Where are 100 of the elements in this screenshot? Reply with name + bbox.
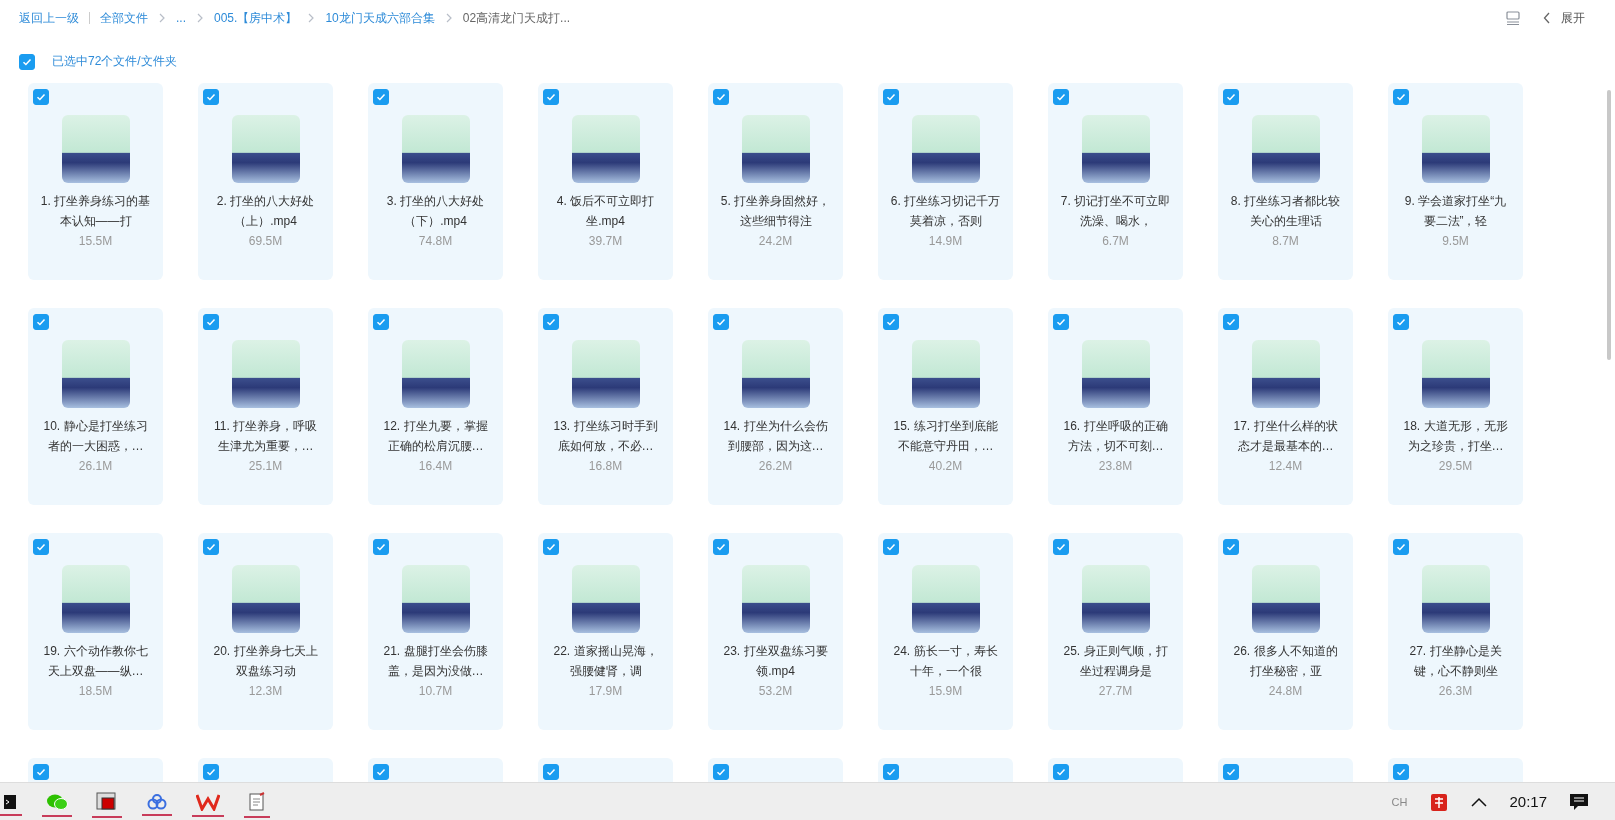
check-icon (205, 91, 217, 103)
photo-placeholder (741, 340, 810, 408)
check-icon (1225, 91, 1237, 103)
file-card[interactable]: 4. 饭后不可立即打坐.mp4 39.7M (538, 83, 673, 280)
file-checkbox[interactable] (33, 764, 49, 780)
file-card[interactable]: 22. 道家摇山晃海，强腰健肾，调 17.9M (538, 533, 673, 730)
photo-placeholder (401, 340, 470, 408)
file-checkbox[interactable] (1393, 764, 1409, 780)
file-card[interactable]: 23. 打坐双盘练习要领.mp4 53.2M (708, 533, 843, 730)
clock-time[interactable]: 20:17 (1509, 793, 1547, 810)
check-icon (375, 316, 387, 328)
file-card[interactable]: 7. 切记打坐不可立即洗澡、喝水， 6.7M (1048, 83, 1183, 280)
file-size: 40.2M (928, 459, 963, 473)
photo-placeholder (571, 565, 640, 633)
file-card[interactable]: 13. 打坐练习时手到底如何放，不必… 16.8M (538, 308, 673, 505)
file-checkbox[interactable] (203, 314, 219, 330)
file-checkbox[interactable] (543, 539, 559, 555)
file-card[interactable]: 5. 打坐养身固然好，这些细节得注 24.2M (708, 83, 843, 280)
file-checkbox[interactable] (1393, 89, 1409, 105)
chevron-icon (307, 13, 316, 23)
check-icon (35, 316, 47, 328)
file-checkbox[interactable] (203, 539, 219, 555)
file-checkbox[interactable] (543, 764, 559, 780)
caret-up-icon[interactable] (1471, 796, 1488, 807)
check-icon (715, 91, 727, 103)
file-checkbox[interactable] (373, 764, 389, 780)
file-card[interactable]: 20. 打坐养身七天上双盘练习动 12.3M (198, 533, 333, 730)
file-card[interactable]: 3. 打坐的八大好处（下）.mp4 74.8M (368, 83, 503, 280)
select-all-checkbox[interactable] (19, 53, 35, 70)
file-card[interactable]: 9. 学会道家打坐“九要二法”，轻 9.5M (1388, 83, 1523, 280)
file-card[interactable]: 14. 打坐为什么会伤到腰部，因为这… 26.2M (708, 308, 843, 505)
file-card[interactable]: 25. 身正则气顺，打坐过程调身是 27.7M (1048, 533, 1183, 730)
file-checkbox[interactable] (1223, 89, 1239, 105)
file-name: 26. 很多人不知道的打坐秘密，亚 (1232, 643, 1339, 680)
file-checkbox[interactable] (1223, 764, 1239, 780)
file-card[interactable]: 6. 打坐练习切记千万莫着凉，否则 14.9M (878, 83, 1013, 280)
file-checkbox[interactable] (1053, 539, 1069, 555)
breadcrumb-item[interactable]: 005.【房中术】 (214, 9, 298, 27)
file-checkbox[interactable] (1053, 314, 1069, 330)
file-checkbox[interactable] (1053, 764, 1069, 780)
file-checkbox[interactable] (543, 314, 559, 330)
file-card[interactable]: 1. 打坐养身练习的基本认知——打 15.5M (28, 83, 163, 280)
file-card[interactable]: 27. 打坐静心是关键，心不静则坐 26.3M (1388, 533, 1523, 730)
file-name: 1. 打坐养身练习的基本认知——打 (40, 193, 151, 230)
photo-placeholder (61, 115, 130, 183)
expand-button[interactable]: 展开 (1543, 9, 1585, 27)
file-checkbox[interactable] (1223, 314, 1239, 330)
back-link[interactable]: 返回上一级 (19, 9, 79, 27)
file-checkbox[interactable] (543, 89, 559, 105)
file-checkbox[interactable] (33, 314, 49, 330)
file-card[interactable]: 17. 打坐什么样的状态才是最基本的… 12.4M (1218, 308, 1353, 505)
file-card[interactable]: 12. 打坐九要，掌握正确的松肩沉腰… 16.4M (368, 308, 503, 505)
file-checkbox[interactable] (1223, 539, 1239, 555)
file-checkbox[interactable] (713, 539, 729, 555)
file-card[interactable]: 10. 静心是打坐练习者的一大困惑，… 26.1M (28, 308, 163, 505)
file-name: 5. 打坐养身固然好，这些细节得注 (720, 193, 831, 230)
file-card[interactable]: 21. 盘腿打坐会伤膝盖，是因为没做… 10.7M (368, 533, 503, 730)
scrollbar-thumb[interactable] (1607, 90, 1611, 360)
breadcrumb-item[interactable]: 10龙门天成六部合集 (325, 9, 435, 27)
file-card[interactable]: 24. 筋长一寸，寿长十年，一个很 15.9M (878, 533, 1013, 730)
check-icon (205, 766, 217, 778)
file-checkbox[interactable] (1053, 89, 1069, 105)
file-size: 16.8M (588, 459, 623, 473)
file-checkbox[interactable] (373, 89, 389, 105)
file-checkbox[interactable] (33, 539, 49, 555)
notification-icon[interactable] (1569, 792, 1589, 811)
file-name: 12. 打坐九要，掌握正确的松肩沉腰… (382, 418, 489, 455)
file-card[interactable]: 18. 大道无形，无形为之珍贵，打坐… 29.5M (1388, 308, 1523, 505)
file-checkbox[interactable] (203, 89, 219, 105)
file-checkbox[interactable] (883, 89, 899, 105)
file-card[interactable]: 15. 练习打坐到底能不能意守丹田，… 40.2M (878, 308, 1013, 505)
file-card[interactable]: 11. 打坐养身，呼吸生津尤为重要，… 25.1M (198, 308, 333, 505)
file-checkbox[interactable] (33, 89, 49, 105)
file-checkbox[interactable] (203, 764, 219, 780)
file-checkbox[interactable] (883, 539, 899, 555)
file-checkbox[interactable] (1393, 539, 1409, 555)
breadcrumb-item[interactable]: ... (176, 11, 186, 25)
file-card[interactable]: 16. 打坐呼吸的正确方法，切不可刻… 23.8M (1048, 308, 1183, 505)
breadcrumb-item[interactable]: 02高清龙门天成打... (462, 9, 571, 27)
file-checkbox[interactable] (883, 314, 899, 330)
file-name: 21. 盘腿打坐会伤膝盖，是因为没做… (382, 643, 489, 680)
list-view-icon[interactable] (1505, 10, 1521, 26)
file-card[interactable]: 26. 很多人不知道的打坐秘密，亚 24.8M (1218, 533, 1353, 730)
file-checkbox[interactable] (373, 314, 389, 330)
file-card[interactable]: 19. 六个动作教你七天上双盘——纵… 18.5M (28, 533, 163, 730)
check-icon (1395, 316, 1407, 328)
file-card[interactable]: 2. 打坐的八大好处（上）.mp4 69.5M (198, 83, 333, 280)
file-checkbox[interactable] (713, 314, 729, 330)
file-checkbox[interactable] (883, 764, 899, 780)
file-size: 14.9M (928, 234, 963, 248)
breadcrumb-item[interactable]: 全部文件 (100, 9, 148, 27)
file-checkbox[interactable] (1393, 314, 1409, 330)
check-icon (715, 541, 727, 553)
file-checkbox[interactable] (713, 764, 729, 780)
file-card[interactable]: 8. 打坐练习者都比较关心的生理话 8.7M (1218, 83, 1353, 280)
photo-placeholder (231, 565, 300, 633)
photo-placeholder (61, 340, 130, 408)
file-checkbox[interactable] (373, 539, 389, 555)
file-checkbox[interactable] (713, 89, 729, 105)
file-size: 15.5M (78, 234, 113, 248)
